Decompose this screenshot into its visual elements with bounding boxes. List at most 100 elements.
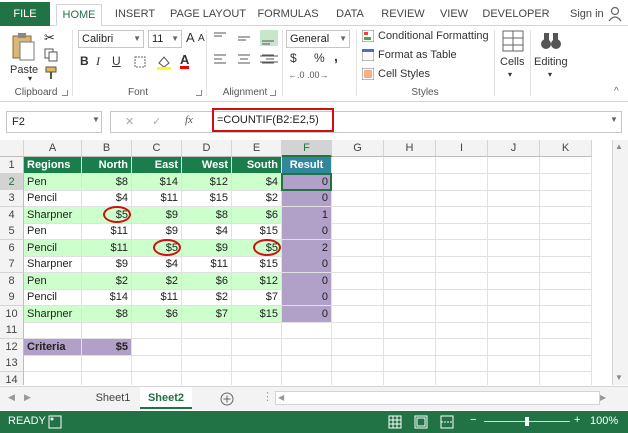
percent-button[interactable]: % <box>314 51 325 65</box>
underline-button[interactable]: U <box>112 54 121 68</box>
column-header-h[interactable]: H <box>384 140 436 157</box>
sheet-tab-sheet1[interactable]: Sheet1 <box>88 387 138 409</box>
cells-button[interactable]: Cells <box>500 56 524 68</box>
tab-developer[interactable]: DEVELOPER <box>480 4 552 26</box>
table-cell[interactable]: $2 <box>132 272 182 290</box>
clipboard-launcher-icon[interactable] <box>62 90 68 96</box>
scroll-sheets-left-icon[interactable]: ◀ <box>8 392 15 403</box>
result-cell[interactable]: 0 <box>282 272 332 290</box>
table-cell[interactable]: $11 <box>182 256 232 273</box>
tab-page-layout[interactable]: PAGE LAYOUT <box>168 4 248 26</box>
page-layout-view-icon[interactable] <box>414 415 428 429</box>
table-cell[interactable]: $11 <box>132 190 182 207</box>
table-cell[interactable]: Pencil <box>24 239 82 257</box>
table-cell[interactable]: $15 <box>232 223 282 240</box>
comma-button[interactable]: , <box>334 48 338 64</box>
cell[interactable] <box>182 322 232 339</box>
cell[interactable] <box>436 289 488 306</box>
borders-icon[interactable] <box>134 56 146 68</box>
result-cell[interactable]: 0 <box>282 305 332 323</box>
cell[interactable] <box>332 223 384 240</box>
row-header-7[interactable]: 7 <box>0 256 24 273</box>
table-cell[interactable]: Sharpner <box>24 256 82 273</box>
cell[interactable] <box>332 256 384 273</box>
row-header-11[interactable]: 11 <box>0 322 24 339</box>
tab-insert[interactable]: INSERT <box>110 4 160 26</box>
cell[interactable] <box>232 338 282 356</box>
cell[interactable] <box>384 322 436 339</box>
cell[interactable] <box>232 355 282 372</box>
cell[interactable] <box>232 371 282 385</box>
cell[interactable] <box>540 206 592 224</box>
cell[interactable] <box>436 190 488 207</box>
table-cell[interactable]: $2 <box>182 289 232 306</box>
row-header-10[interactable]: 10 <box>0 305 24 323</box>
column-header-k[interactable]: K <box>540 140 592 157</box>
cell[interactable] <box>24 355 82 372</box>
cell[interactable] <box>488 305 540 323</box>
result-cell[interactable]: 2 <box>282 239 332 257</box>
cell[interactable] <box>488 206 540 224</box>
enter-icon[interactable]: ✓ <box>152 115 161 128</box>
cell[interactable] <box>384 305 436 323</box>
cell[interactable] <box>488 338 540 356</box>
fill-color-icon[interactable] <box>156 54 172 70</box>
cell[interactable] <box>540 305 592 323</box>
vertical-scrollbar[interactable] <box>612 140 628 385</box>
binoculars-icon[interactable] <box>540 30 562 52</box>
table-cell[interactable]: Pen <box>24 223 82 240</box>
tab-review[interactable]: REVIEW <box>378 4 428 26</box>
column-header-i[interactable]: I <box>436 140 488 157</box>
table-cell[interactable]: $11 <box>82 239 132 257</box>
cell[interactable] <box>540 289 592 306</box>
row-header-5[interactable]: 5 <box>0 223 24 240</box>
cell[interactable] <box>132 371 182 385</box>
cell[interactable] <box>436 157 488 174</box>
table-header-cell[interactable]: North <box>82 157 132 174</box>
font-name-select[interactable]: Calibri ▼ <box>78 30 144 48</box>
alignment-launcher-icon[interactable] <box>270 90 276 96</box>
table-cell[interactable]: $4 <box>232 173 282 191</box>
table-cell[interactable]: Sharpner <box>24 305 82 323</box>
select-all-corner[interactable] <box>0 140 24 157</box>
horizontal-scrollbar[interactable] <box>275 391 600 405</box>
scroll-left-icon[interactable]: ◀ <box>278 393 284 402</box>
table-header-cell[interactable]: West <box>182 157 232 174</box>
normal-view-icon[interactable] <box>388 415 402 429</box>
format-as-table-button[interactable]: Format as Table <box>378 49 457 61</box>
bold-button[interactable]: B <box>80 54 89 68</box>
column-header-j[interactable]: J <box>488 140 540 157</box>
table-cell[interactable]: $2 <box>232 190 282 207</box>
grow-font-button[interactable]: A <box>186 30 195 45</box>
cell[interactable] <box>436 305 488 323</box>
insert-function-icon[interactable]: fx <box>185 114 193 126</box>
cell[interactable] <box>82 322 132 339</box>
table-cell[interactable]: Pencil <box>24 190 82 207</box>
cell[interactable] <box>436 256 488 273</box>
cell[interactable] <box>540 190 592 207</box>
number-format-select[interactable]: General ▼ <box>286 30 350 48</box>
table-cell[interactable]: $2 <box>82 272 132 290</box>
cell[interactable] <box>436 322 488 339</box>
table-cell[interactable]: $4 <box>82 190 132 207</box>
cut-icon[interactable]: ✂ <box>44 30 55 46</box>
cell[interactable] <box>82 355 132 372</box>
cell[interactable] <box>332 338 384 356</box>
cell[interactable] <box>436 338 488 356</box>
paste-button[interactable]: Paste <box>10 64 38 76</box>
decimal-buttons[interactable]: ←.0 .00→ <box>288 70 329 80</box>
tab-file[interactable]: FILE <box>0 2 50 26</box>
row-header-3[interactable]: 3 <box>0 190 24 207</box>
result-cell[interactable]: 0 <box>282 223 332 240</box>
format-painter-icon[interactable] <box>44 66 58 80</box>
cell[interactable] <box>332 173 384 191</box>
font-size-select[interactable]: 11 ▼ <box>148 30 182 48</box>
cells-icon[interactable] <box>502 30 524 52</box>
chevron-down-icon[interactable]: ▾ <box>508 70 512 79</box>
table-cell[interactable]: $6 <box>132 305 182 323</box>
column-header-b[interactable]: B <box>82 140 132 157</box>
table-cell[interactable]: $14 <box>132 173 182 191</box>
sheet-tab-sheet2[interactable]: Sheet2 <box>140 387 192 409</box>
cell[interactable] <box>332 272 384 290</box>
cell[interactable] <box>540 355 592 372</box>
